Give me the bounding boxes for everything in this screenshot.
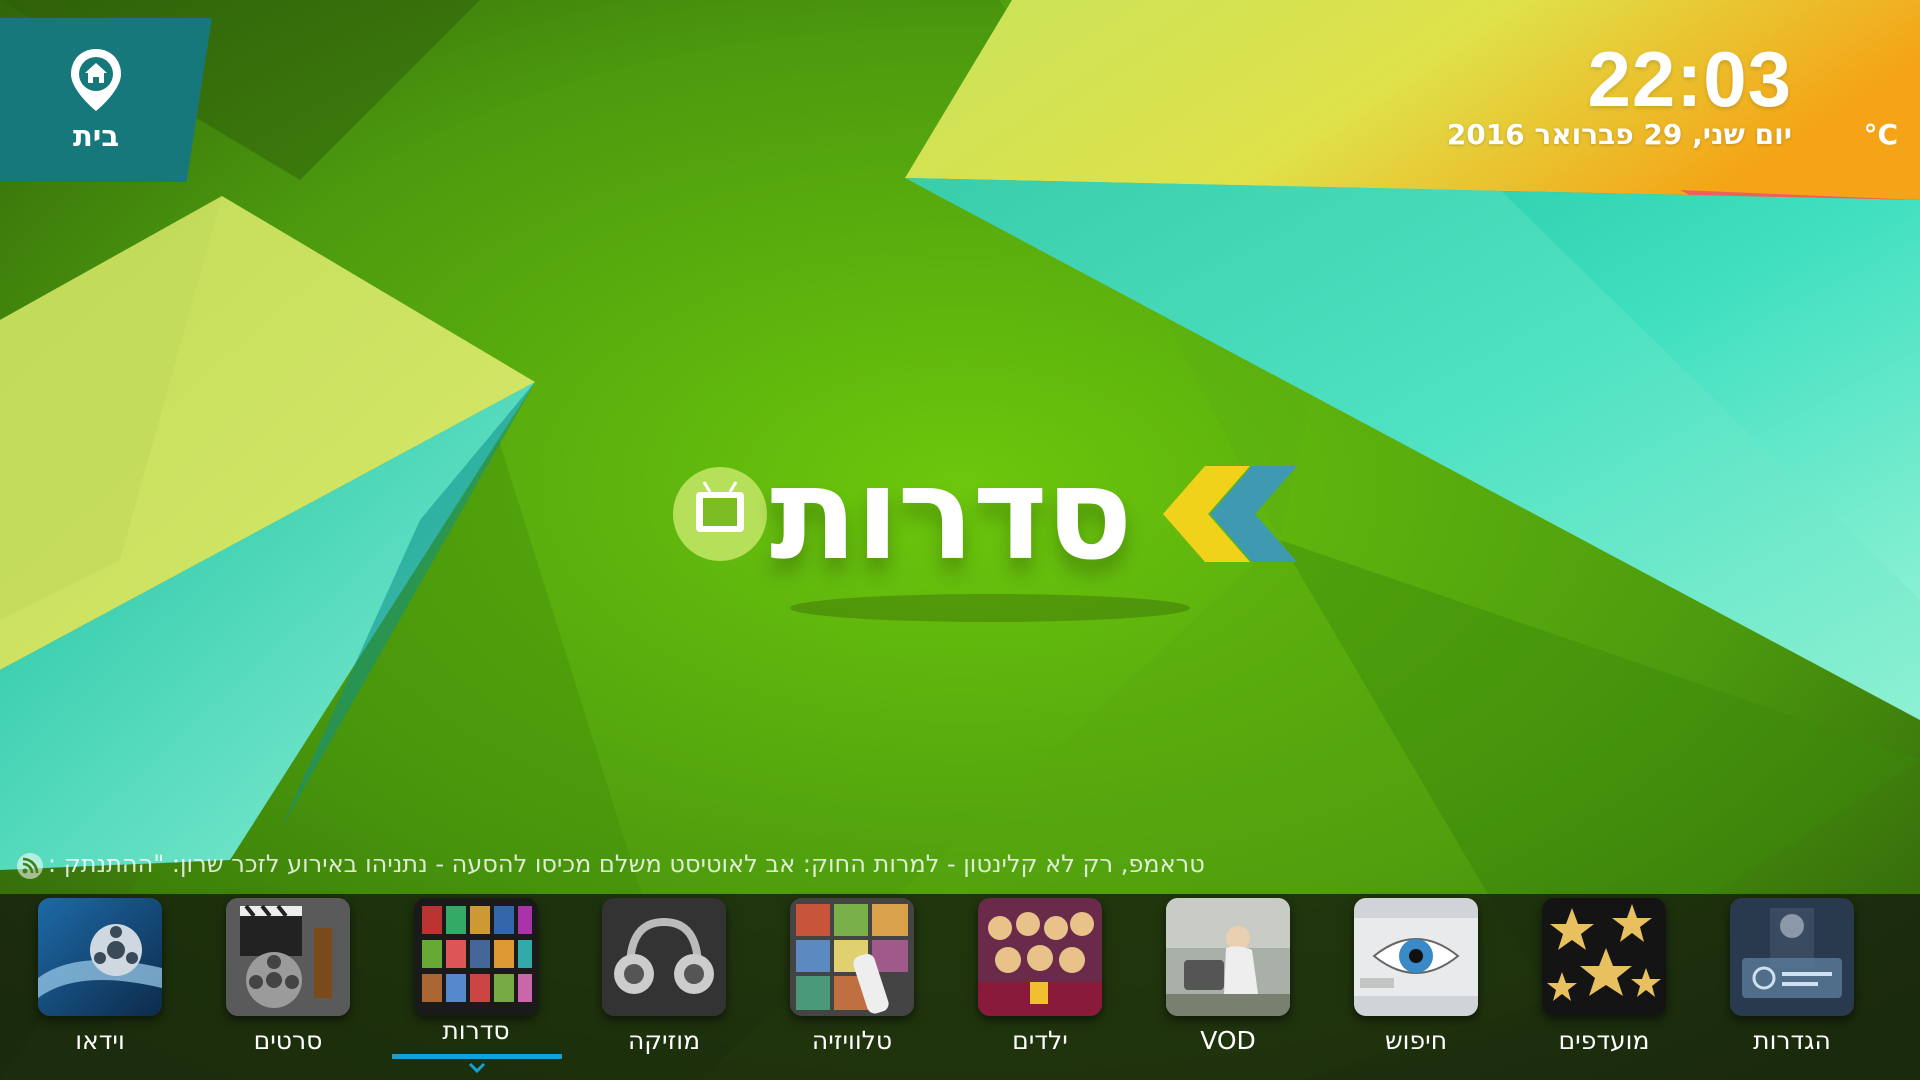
series-posters-icon bbox=[414, 898, 538, 1016]
menu-label: וידאו bbox=[75, 1026, 125, 1055]
tv-remote-icon bbox=[790, 898, 914, 1016]
ticker-text: טראמפ, רק לא קלינטון - למרות החוק: אב לא… bbox=[48, 850, 1205, 878]
menu-label: חיפוש bbox=[1384, 1026, 1448, 1055]
menu-item-vod[interactable]: VOD bbox=[1134, 894, 1322, 1080]
news-ticker: טראמפ, רק לא קלינטון - למרות החוק: אב לא… bbox=[0, 844, 1920, 888]
section-title: סדרות bbox=[770, 440, 1133, 589]
menu-item-series[interactable]: סדרות bbox=[382, 894, 570, 1080]
menu-label: סדרות bbox=[442, 1016, 510, 1045]
menu-item-video[interactable]: וידאו bbox=[6, 894, 194, 1080]
menu-label: הגדרות bbox=[1753, 1026, 1831, 1055]
menu-label: מוזיקה bbox=[627, 1026, 701, 1055]
clapperboard-reel-icon bbox=[226, 898, 350, 1016]
menu-label: סרטים bbox=[253, 1026, 323, 1055]
chevron-down-icon bbox=[468, 1062, 486, 1074]
menu-label: ילדים bbox=[1012, 1026, 1068, 1055]
menu-item-settings[interactable]: הגדרות bbox=[1698, 894, 1886, 1080]
home-screen: בית 22:03 יום שני, 29 פברואר 2016 °C סדר… bbox=[0, 0, 1920, 1080]
eye-search-icon bbox=[1354, 898, 1478, 1016]
menu-item-tv[interactable]: טלוויזיה bbox=[758, 894, 946, 1080]
headphones-icon bbox=[602, 898, 726, 1016]
video-film-icon bbox=[38, 898, 162, 1016]
menu-item-movies[interactable]: סרטים bbox=[194, 894, 382, 1080]
home-button[interactable]: בית bbox=[0, 18, 212, 182]
settings-icon bbox=[1730, 898, 1854, 1016]
home-label: בית bbox=[72, 119, 120, 153]
menu-item-music[interactable]: מוזיקה bbox=[570, 894, 758, 1080]
home-pin-icon bbox=[71, 49, 121, 111]
main-menu: וידאו סרטים סדרות מוזיקה טלוויזיה ילדים … bbox=[0, 894, 1920, 1080]
date: יום שני, 29 פברואר 2016 bbox=[1446, 118, 1792, 151]
menu-label: מועדפים bbox=[1558, 1026, 1650, 1055]
menu-label: VOD bbox=[1200, 1026, 1256, 1055]
menu-item-kids[interactable]: ילדים bbox=[946, 894, 1134, 1080]
active-indicator bbox=[392, 1054, 562, 1059]
stars-favorites-icon bbox=[1542, 898, 1666, 1016]
temperature: °C bbox=[1863, 118, 1898, 151]
clock: 22:03 bbox=[1587, 35, 1792, 123]
menu-item-favorites[interactable]: מועדפים bbox=[1510, 894, 1698, 1080]
rss-icon bbox=[17, 853, 43, 879]
kids-cinema-icon bbox=[978, 898, 1102, 1016]
vod-icon bbox=[1166, 898, 1290, 1016]
menu-item-search[interactable]: חיפוש bbox=[1322, 894, 1510, 1080]
menu-label: טלוויזיה bbox=[811, 1026, 893, 1055]
